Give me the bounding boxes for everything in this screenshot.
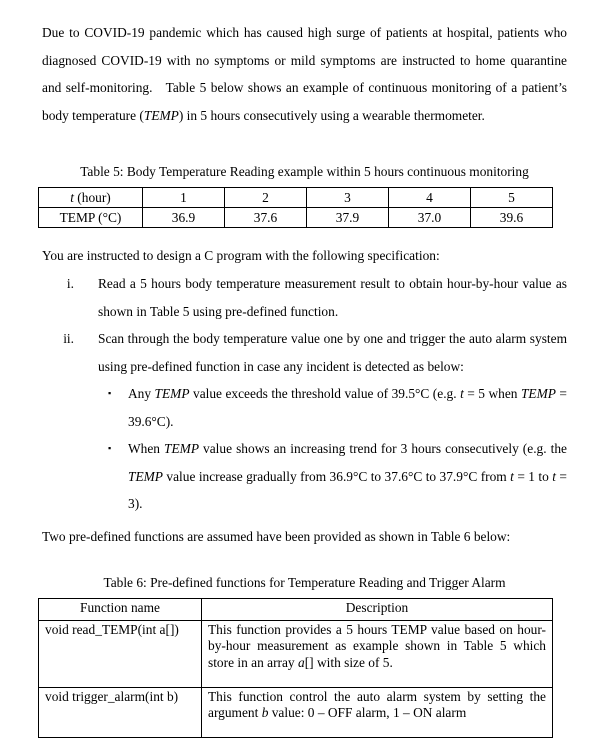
list-item-ii-text: Scan through the body temperature value … [98, 331, 567, 374]
table5-temp-5: 39.6 [470, 207, 553, 228]
table-row: t (hour) 1 2 3 4 5 [38, 187, 553, 208]
two-functions-paragraph: Two pre-defined functions are assumed ha… [42, 529, 511, 544]
bullet-item-2-text: When TEMP value shows an increasing tren… [128, 441, 568, 511]
table5-hour-3: 3 [306, 187, 389, 208]
list-marker-ii: ii. [63, 331, 74, 346]
table5-hour-2: 2 [224, 187, 307, 208]
list-marker-i: i. [66, 276, 74, 291]
table5-caption: Table 5: Body Temperature Reading exampl… [80, 164, 529, 179]
table6-header-function-name: Function name [38, 598, 202, 621]
table6-description-2: This function control the auto alarm sys… [201, 686, 553, 738]
table5-row-label-temp: TEMP (°C) [38, 207, 143, 228]
table5-hour-4: 4 [388, 187, 471, 208]
intro-paragraph: Due to COVID-19 pandemic which has cause… [42, 25, 567, 123]
table6-caption: Table 6: Pre-defined functions for Tempe… [103, 575, 506, 590]
table6-header-description: Description [201, 598, 553, 621]
table5-temp-1: 36.9 [142, 207, 225, 228]
table5-hour-1: 1 [142, 187, 225, 208]
table6-function-name-1: void read_TEMP(int a[]) [38, 619, 202, 688]
bullet-marker-1: ▪ [108, 388, 112, 398]
spec-intro-paragraph: You are instructed to design a C program… [42, 248, 440, 263]
bullet-item-1-text: Any TEMP value exceeds the threshold val… [128, 386, 567, 429]
table5: t (hour) 1 2 3 4 5 TEMP (°C) 36.9 37.6 3… [38, 187, 553, 228]
bullet-marker-2: ▪ [108, 443, 112, 453]
table5-row-label-hour: t (hour) [38, 187, 143, 208]
table-row: void trigger_alarm(int b) This function … [38, 686, 553, 738]
table-row: Function name Description [38, 598, 553, 621]
table6: Function name Description void read_TEMP… [38, 598, 553, 738]
table6-function-name-2: void trigger_alarm(int b) [38, 686, 202, 738]
table5-hour-5: 5 [470, 187, 553, 208]
document-page: Due to COVID-19 pandemic which has cause… [0, 0, 611, 738]
table5-temp-3: 37.9 [306, 207, 389, 228]
table-row: void read_TEMP(int a[]) This function pr… [38, 619, 553, 688]
table5-temp-2: 37.6 [224, 207, 307, 228]
table5-temp-4: 37.0 [388, 207, 471, 228]
table-row: TEMP (°C) 36.9 37.6 37.9 37.0 39.6 [38, 207, 553, 228]
table6-description-1: This function provides a 5 hours TEMP va… [201, 619, 553, 688]
list-item-i-text: Read a 5 hours body temperature measurem… [98, 276, 567, 319]
